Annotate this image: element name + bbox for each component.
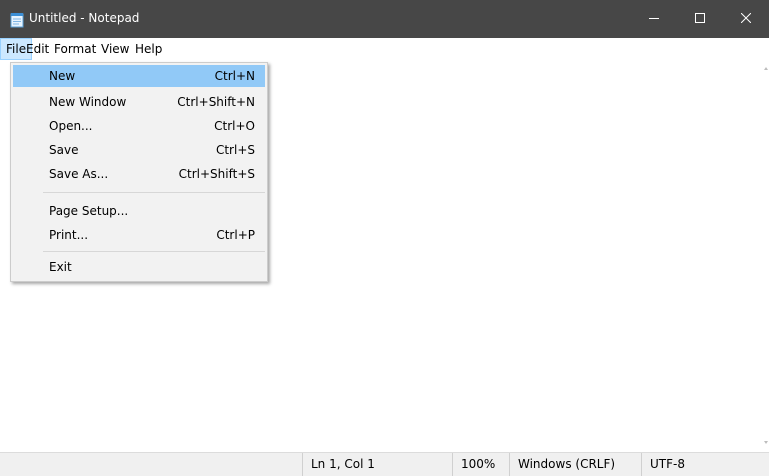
maximize-icon xyxy=(695,12,705,26)
menu-item-shortcut: Ctrl+P xyxy=(216,228,255,242)
menu-item-label: Print... xyxy=(49,228,89,242)
menu-item-print[interactable]: Print... Ctrl+P xyxy=(13,224,265,246)
status-encoding: UTF-8 xyxy=(641,453,769,476)
status-line-ending: Windows (CRLF) xyxy=(509,453,641,476)
menu-format[interactable]: Format xyxy=(49,38,101,60)
close-icon xyxy=(740,12,752,26)
file-dropdown-menu: New Ctrl+N New Window Ctrl+Shift+N Open.… xyxy=(10,62,268,282)
menu-item-label: Save xyxy=(49,143,79,157)
menu-help[interactable]: Help xyxy=(130,38,167,60)
menu-item-open[interactable]: Open... Ctrl+O xyxy=(13,115,265,137)
scroll-down-arrow-icon[interactable] xyxy=(764,441,768,444)
menu-separator xyxy=(43,251,265,252)
menu-separator xyxy=(43,192,265,193)
close-button[interactable] xyxy=(723,0,769,38)
menu-bar: File Edit Format View Help xyxy=(0,38,769,60)
menu-item-label: New xyxy=(49,69,76,83)
menu-item-new-window[interactable]: New Window Ctrl+Shift+N xyxy=(13,91,265,113)
menu-item-label: Exit xyxy=(49,260,72,274)
menu-item-new[interactable]: New Ctrl+N xyxy=(13,65,265,87)
maximize-button[interactable] xyxy=(677,0,723,38)
menu-item-shortcut: Ctrl+N xyxy=(214,69,255,83)
menu-item-shortcut: Ctrl+Shift+S xyxy=(178,167,255,181)
menu-item-label: New Window xyxy=(49,95,127,109)
menu-item-save-as[interactable]: Save As... Ctrl+Shift+S xyxy=(13,163,265,185)
menu-item-shortcut: Ctrl+O xyxy=(214,119,255,133)
title-bar[interactable]: Untitled - Notepad xyxy=(0,0,769,38)
menu-item-shortcut: Ctrl+S xyxy=(215,143,255,157)
status-bar: Ln 1, Col 1 100% Windows (CRLF) UTF-8 xyxy=(0,452,769,476)
menu-view[interactable]: View xyxy=(96,38,134,60)
menu-item-exit[interactable]: Exit xyxy=(13,256,265,278)
menu-item-label: Open... xyxy=(49,119,93,133)
menu-item-label: Save As... xyxy=(49,167,109,181)
status-position: Ln 1, Col 1 xyxy=(302,453,452,476)
scroll-up-arrow-icon[interactable] xyxy=(764,67,768,70)
minimize-icon xyxy=(649,12,659,26)
window-title: Untitled - Notepad xyxy=(29,11,140,25)
menu-item-label: Page Setup... xyxy=(49,204,129,218)
menu-item-page-setup[interactable]: Page Setup... xyxy=(13,200,265,222)
menu-item-save[interactable]: Save Ctrl+S xyxy=(13,139,265,161)
notepad-icon xyxy=(9,12,25,28)
minimize-button[interactable] xyxy=(631,0,677,38)
menu-item-shortcut: Ctrl+Shift+N xyxy=(177,95,255,109)
status-zoom: 100% xyxy=(452,453,509,476)
